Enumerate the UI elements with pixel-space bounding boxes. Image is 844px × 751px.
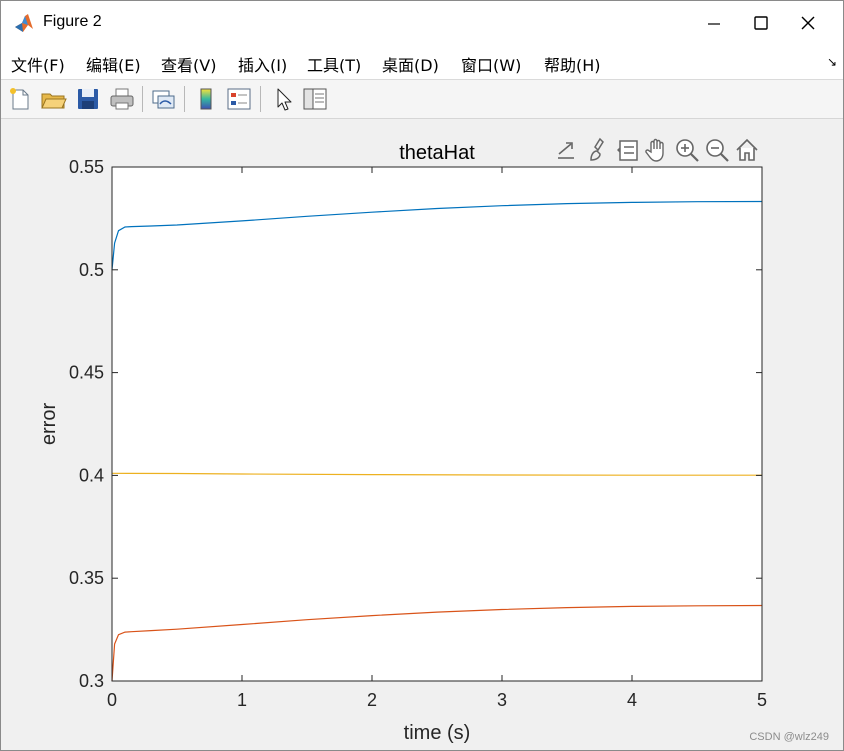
axes-background: [112, 167, 762, 681]
watermark: CSDN @wlz249: [749, 731, 829, 743]
x-tick-label: 5: [757, 690, 767, 710]
menu-bar: 文件(F) 编辑(E) 查看(V) 插入(I) 工具(T) 桌面(D) 窗口(W…: [1, 45, 843, 80]
menu-tools[interactable]: 工具(T): [307, 52, 361, 76]
y-tick-label: 0.45: [69, 363, 104, 383]
figure-window: Figure 2 文件(F) 编辑(E) 查看(V) 插入(I) 工具(T) 桌…: [0, 0, 844, 751]
close-button[interactable]: [785, 1, 831, 45]
open-file-icon[interactable]: [39, 85, 67, 113]
edit-plot-arrow-icon[interactable]: [269, 85, 297, 113]
x-tick-label: 0: [107, 690, 117, 710]
property-inspector-icon[interactable]: [301, 85, 329, 113]
x-tick-label: 4: [627, 690, 637, 710]
x-tick-label: 1: [237, 690, 247, 710]
toolbar-separator: [184, 86, 185, 112]
menu-file[interactable]: 文件(F): [11, 52, 65, 76]
y-tick-label: 0.4: [79, 465, 104, 485]
matlab-logo-icon: [13, 12, 35, 34]
y-tick-label: 0.5: [79, 260, 104, 280]
data-tips-icon[interactable]: [615, 136, 641, 164]
menu-insert[interactable]: 插入(I): [238, 52, 287, 76]
menu-desktop[interactable]: 桌面(D): [382, 52, 439, 76]
menu-view[interactable]: 查看(V): [161, 52, 216, 76]
menu-window[interactable]: 窗口(W): [461, 52, 521, 76]
toolbar-separator: [260, 86, 261, 112]
y-tick-label: 0.35: [69, 568, 104, 588]
legend-icon[interactable]: [225, 85, 253, 113]
pan-icon[interactable]: [644, 136, 670, 164]
close-icon: [801, 16, 815, 30]
y-tick-label: 0.55: [69, 157, 104, 177]
y-axis-label: error: [38, 403, 60, 446]
menu-help[interactable]: 帮助(H): [544, 52, 601, 76]
dock-arrow-icon[interactable]: ↘: [827, 55, 837, 69]
toolbar-separator: [142, 86, 143, 112]
title-bar: Figure 2: [1, 1, 843, 45]
x-axis-label: time (s): [404, 722, 471, 744]
zoom-in-icon[interactable]: [674, 136, 700, 164]
minimize-icon: [708, 23, 720, 25]
new-figure-icon[interactable]: [6, 85, 34, 113]
export-icon[interactable]: [554, 136, 580, 164]
maximize-icon: [754, 16, 768, 30]
home-icon[interactable]: [734, 136, 760, 164]
x-tick-label: 3: [497, 690, 507, 710]
chart-title: thetaHat: [399, 142, 475, 164]
print-icon[interactable]: [108, 85, 136, 113]
save-icon[interactable]: [74, 85, 102, 113]
plot-area[interactable]: 0 1 2 3 4 5 0.3 0.35 0.4 0.45 0.5 0.55 thetaHat tim…: [1, 119, 843, 750]
x-tick-label: 2: [367, 690, 377, 710]
link-plot-icon[interactable]: [149, 85, 177, 113]
maximize-button[interactable]: [738, 1, 784, 45]
figure-toolbar: [1, 80, 843, 119]
zoom-out-icon[interactable]: [704, 136, 730, 164]
window-title: Figure 2: [43, 13, 102, 30]
colorbar-icon[interactable]: [192, 85, 220, 113]
y-tick-label: 0.3: [79, 671, 104, 691]
menu-edit[interactable]: 编辑(E): [86, 52, 141, 76]
brush-icon[interactable]: [586, 136, 612, 164]
minimize-button[interactable]: [691, 1, 737, 45]
